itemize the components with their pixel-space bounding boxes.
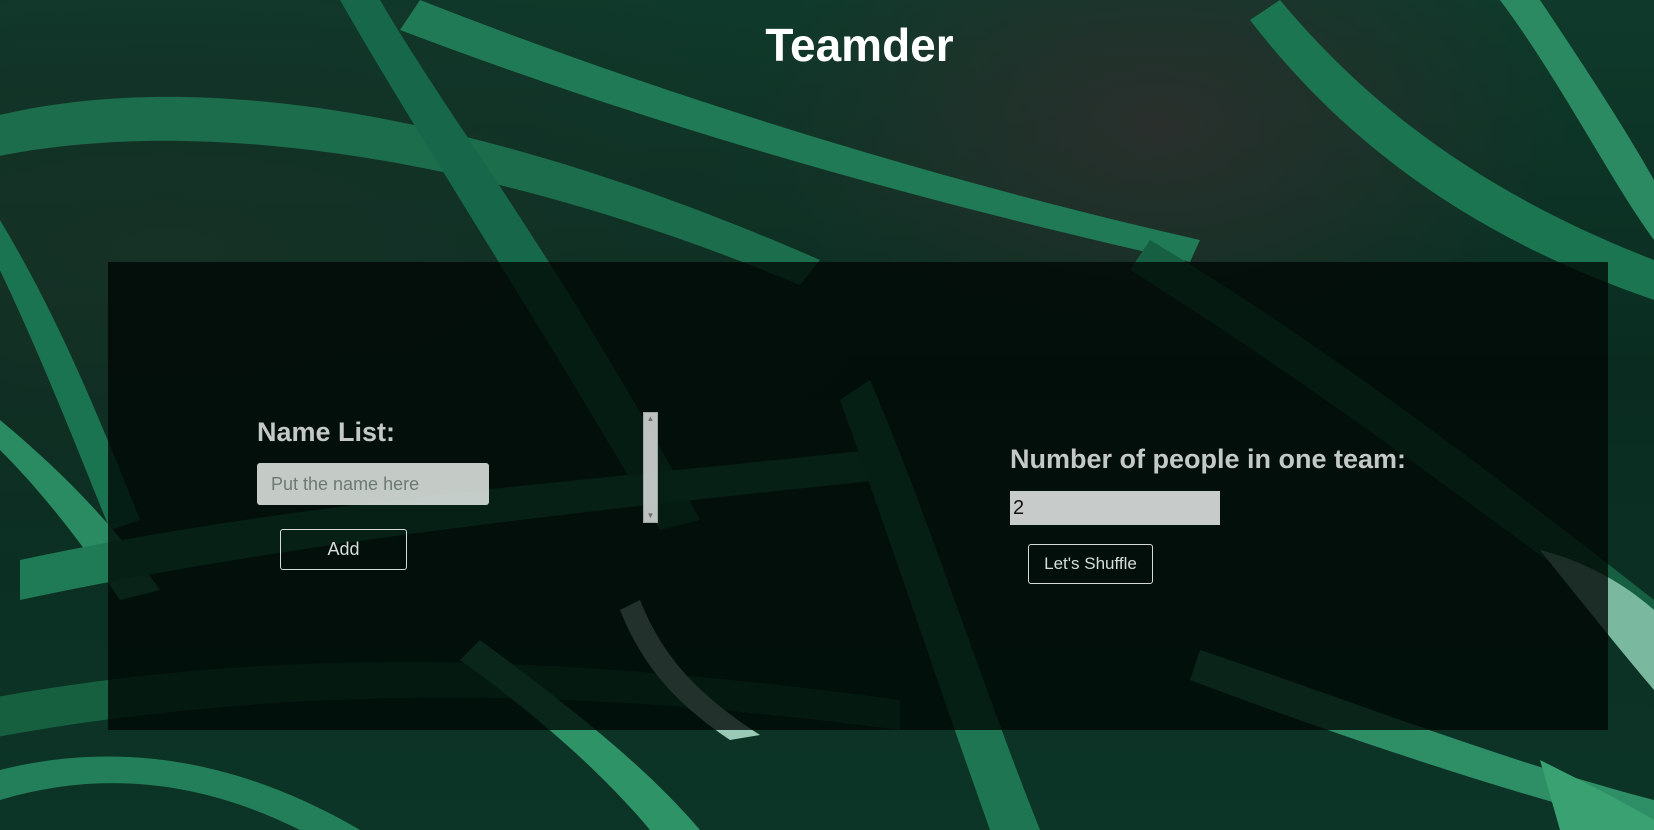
shuffle-button[interactable]: Let's Shuffle [1028,544,1153,584]
page-title: Teamder [765,19,954,71]
scroll-up-arrow-icon[interactable]: ▲ [644,413,657,425]
scroll-down-arrow-icon[interactable]: ▼ [644,510,657,522]
team-size-input[interactable] [1010,491,1220,525]
add-button[interactable]: Add [280,529,407,570]
name-input[interactable] [257,463,489,505]
team-size-label: Number of people in one team: [1010,444,1407,474]
name-list-box[interactable]: ▲ ▼ [643,412,658,523]
name-list-label: Name List: [257,417,396,447]
